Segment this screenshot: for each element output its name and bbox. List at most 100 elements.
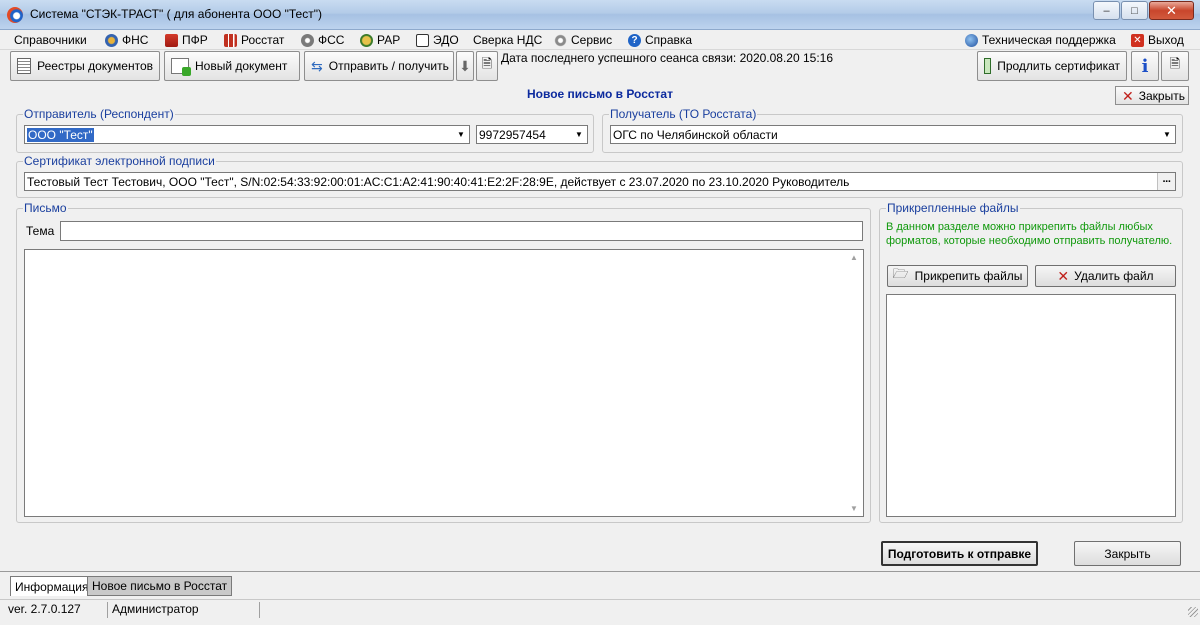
menu-label: Сервис [571,33,613,47]
delete-icon: ✕ [1057,268,1070,284]
certificate-group: Сертификат электронной подписи Тестовый … [16,154,1183,198]
scroll-down-icon[interactable]: ▼ [850,504,858,513]
delete-file-label: Удалить файл [1074,269,1154,283]
close-label: Закрыть [1138,88,1185,103]
letter-body-scrollbar[interactable]: ▲ ▼ [846,250,863,516]
arrow-down-icon: ⬇ [459,57,471,74]
certificate-value: Тестовый Тест Тестович, ООО "Тест", S/N:… [27,174,850,189]
menu-label: Справка [645,33,693,47]
menu-fss[interactable]: ФСС [301,32,344,48]
menu-sverka-nds[interactable]: Сверка НДС [473,32,542,48]
chevron-down-icon: ▼ [1163,130,1171,139]
recipient-select[interactable]: ОГС по Челябинской области ▼ [610,125,1176,144]
close-form-button-bottom[interactable]: Закрыть [1074,541,1181,566]
fns-icon [105,33,118,47]
version-text: ver. 2.7.0.127 [6,602,108,618]
maximize-button[interactable]: □ [1121,1,1148,20]
chevron-down-icon: ▼ [457,130,465,139]
new-document-button[interactable]: Новый документ [164,51,300,81]
close-form-button-top[interactable]: ✕ Закрыть [1115,86,1189,105]
choose-certificate-button[interactable]: ··· [1157,173,1175,190]
delete-file-button[interactable]: ✕ Удалить файл [1035,265,1176,287]
registries-label: Реестры документов [37,59,153,73]
app-logo-icon [7,7,23,23]
window-controls: – □ ✕ [1092,1,1194,20]
gear-icon [554,33,567,47]
certificate-field[interactable]: Тестовый Тест Тестович, ООО "Тест", S/N:… [24,172,1176,191]
scroll-up-icon[interactable]: ▲ [850,253,858,262]
recipient-group: Получатель (ТО Росстата) ОГС по Челябинс… [602,107,1183,153]
attached-files-group: Прикрепленные файлы В данном разделе мож… [879,201,1183,523]
menu-spravka[interactable]: ? Справка [628,32,692,48]
menu-spravochniki[interactable]: Справочники [14,32,87,48]
document-tabs: Информация Новое письмо в Росстат [0,571,1200,597]
menu-support[interactable]: Техническая поддержка [965,32,1116,48]
menu-label: ФНС [122,33,149,47]
open-folder-icon: 🗁 [892,266,909,281]
subject-input[interactable] [60,221,863,241]
menu-label: Выход [1148,33,1184,47]
send-receive-button[interactable]: ⇆ Отправить / получить [304,51,454,81]
send-receive-label: Отправить / получить [328,59,449,73]
menu-label: ПФР [182,33,208,47]
prepare-to-send-button[interactable]: Подготовить к отправке [881,541,1038,566]
menu-label: РАР [377,33,401,47]
renew-certificate-button[interactable]: Продлить сертификат [977,51,1127,81]
menu-label: ЭДО [433,33,459,47]
tab-information[interactable]: Информация [10,576,94,596]
send-receive-dropdown[interactable]: ⬇ [456,51,474,81]
menu-label: Сверка НДС [473,33,543,47]
registries-button[interactable]: Реестры документов [10,51,160,81]
exit-icon: ✕ [1131,33,1144,47]
menu-fns[interactable]: ФНС [105,32,148,48]
form-title: Новое письмо в Росстат [527,87,673,101]
menu-servis[interactable]: Сервис [554,32,612,48]
sender-select[interactable]: ООО "Тест" ▼ [24,125,470,144]
close-window-button[interactable]: ✕ [1149,1,1194,20]
title-bar: Система "СТЭК-ТРАСТ" ( для абонента ООО … [0,0,1200,30]
sender-inn-select[interactable]: 9972957454 ▼ [476,125,588,144]
menu-rar[interactable]: РАР [360,32,400,48]
help-document-button[interactable]: 🗎 [1161,51,1189,81]
attached-files-list[interactable] [886,294,1176,517]
pfr-icon [165,33,178,47]
attach-files-button[interactable]: 🗁 Прикрепить файлы [887,265,1028,287]
menu-pfr[interactable]: ПФР [165,32,208,48]
window-title: Система "СТЭК-ТРАСТ" ( для абонента ООО … [30,7,322,21]
recipient-group-legend: Получатель (ТО Росстата) [609,107,758,121]
menu-exit[interactable]: ✕ Выход [1131,32,1184,48]
toolbar: Реестры документов Новый документ ⇆ Отпр… [0,50,1200,84]
close-icon: ✕ [1122,87,1134,104]
info-button[interactable]: i [1131,51,1159,81]
subject-label: Тема [26,224,55,238]
sender-value: ООО "Тест" [27,127,94,142]
document-action-button[interactable]: 🗎 [476,51,498,81]
letter-body-textarea[interactable]: ▲ ▼ [24,249,864,517]
chevron-down-icon: ▼ [575,130,583,139]
menu-label: Техническая поддержка [982,33,1116,47]
registry-icon [17,58,32,74]
renew-certificate-label: Продлить сертификат [997,59,1120,73]
minimize-button[interactable]: – [1093,1,1120,20]
sender-inn-value: 9972957454 [479,127,546,142]
document-arrow-icon: 🗎 [481,56,493,71]
menu-edo[interactable]: ЭДО [416,32,459,48]
info-icon: i [1141,55,1149,77]
new-document-label: Новый документ [195,59,288,73]
globe-icon [965,33,978,47]
tab-new-letter[interactable]: Новое письмо в Росстат [87,576,233,596]
menu-rosstat[interactable]: Росстат [224,32,284,48]
menu-label: ФСС [318,33,345,47]
sender-group: Отправитель (Респондент) ООО "Тест" ▼ 99… [16,107,594,153]
status-bar: ver. 2.7.0.127 Администратор [0,599,1200,619]
certificate-group-legend: Сертификат электронной подписи [23,154,216,168]
sync-icon: ⇆ [311,58,323,74]
certificate-icon [984,58,992,74]
edo-icon [416,33,429,47]
menu-bar: Справочники ФНС ПФР Росстат ФСС РАР ЭДО … [0,30,1200,50]
rar-icon [360,33,373,47]
user-text: Администратор [110,602,260,618]
letter-group: Письмо Тема ▲ ▼ [16,201,871,523]
resize-grip[interactable] [1188,607,1198,617]
new-document-icon [171,58,191,76]
